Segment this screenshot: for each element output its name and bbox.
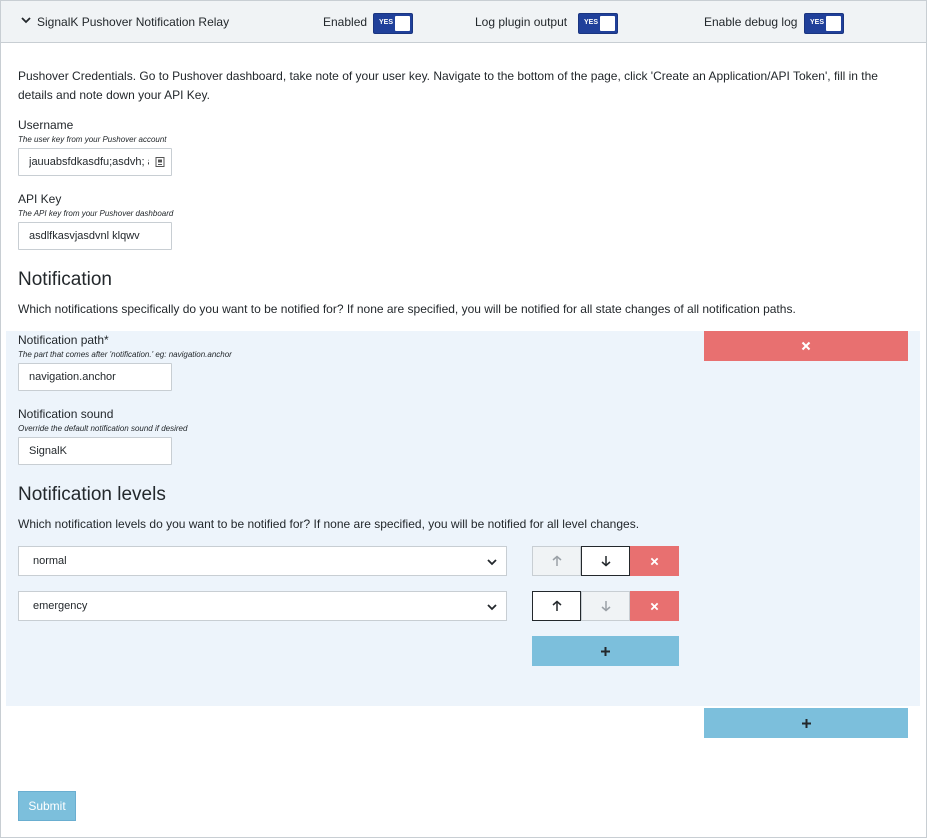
notification-levels-heading: Notification levels [18, 484, 166, 505]
submit-button[interactable]: Submit [18, 791, 76, 821]
password-manager-icon[interactable] [154, 156, 166, 168]
chevron-down-icon [487, 604, 497, 611]
notification-sound-input[interactable] [18, 437, 172, 465]
toggle-text: YES [584, 19, 599, 26]
arrow-down-icon [601, 601, 610, 612]
notification-description: Which notifications specifically do you … [18, 302, 796, 316]
toggle-text: YES [379, 19, 394, 26]
debug-log-toggle[interactable]: YES [804, 13, 844, 34]
move-up-button[interactable] [532, 546, 581, 576]
arrow-down-icon [601, 556, 610, 567]
notification-levels-description: Which notification levels do you want to… [18, 517, 640, 531]
move-down-button[interactable] [581, 546, 630, 576]
plugin-header[interactable]: SignalK Pushover Notification Relay Enab… [1, 1, 926, 43]
add-level-button[interactable] [532, 636, 679, 666]
close-icon [650, 557, 659, 565]
remove-level-button[interactable] [630, 591, 679, 621]
move-down-button[interactable] [581, 591, 630, 621]
notification-path-input[interactable] [18, 363, 172, 391]
username-help: The user key from your Pushover account [18, 135, 167, 144]
close-icon [650, 602, 659, 610]
username-input[interactable] [18, 148, 172, 176]
arrow-up-icon [552, 600, 561, 611]
notification-sound-help: Override the default notification sound … [18, 424, 188, 433]
log-output-toggle[interactable]: YES [578, 13, 618, 34]
notification-path-help: The part that comes after 'notification.… [18, 350, 232, 359]
level-select-value: normal [33, 555, 67, 567]
log-output-label: Log plugin output [475, 15, 568, 29]
plus-icon [601, 646, 610, 656]
enabled-label: Enabled [323, 15, 368, 29]
credentials-description: Pushover Credentials. Go to Pushover das… [18, 69, 878, 102]
toggle-knob [600, 16, 615, 31]
notification-heading: Notification [18, 269, 112, 290]
toggle-knob [395, 16, 410, 31]
api-key-help: The API key from your Pushover dashboard [18, 209, 174, 218]
level-select-value: emergency [33, 600, 88, 612]
add-notification-button[interactable] [704, 708, 908, 738]
level-select[interactable]: normal [18, 546, 507, 576]
chevron-down-icon[interactable] [19, 13, 33, 27]
level-select[interactable]: emergency [18, 591, 507, 621]
username-label: Username [18, 118, 74, 132]
plugin-title: SignalK Pushover Notification Relay [37, 15, 230, 29]
move-up-button[interactable] [532, 591, 581, 621]
plus-icon [801, 718, 811, 728]
api-key-label: API Key [18, 192, 62, 206]
toggle-text: YES [810, 19, 825, 26]
enabled-toggle[interactable]: YES [373, 13, 413, 34]
remove-notification-button[interactable] [704, 331, 908, 361]
remove-level-button[interactable] [630, 546, 679, 576]
debug-log-label: Enable debug log [704, 15, 798, 29]
arrow-up-icon [552, 555, 561, 566]
notification-sound-label: Notification sound [18, 407, 114, 421]
toggle-knob [826, 16, 841, 31]
close-icon [801, 341, 811, 351]
notification-path-label: Notification path* [18, 333, 109, 347]
api-key-input[interactable] [18, 222, 172, 250]
chevron-down-icon [487, 559, 497, 566]
